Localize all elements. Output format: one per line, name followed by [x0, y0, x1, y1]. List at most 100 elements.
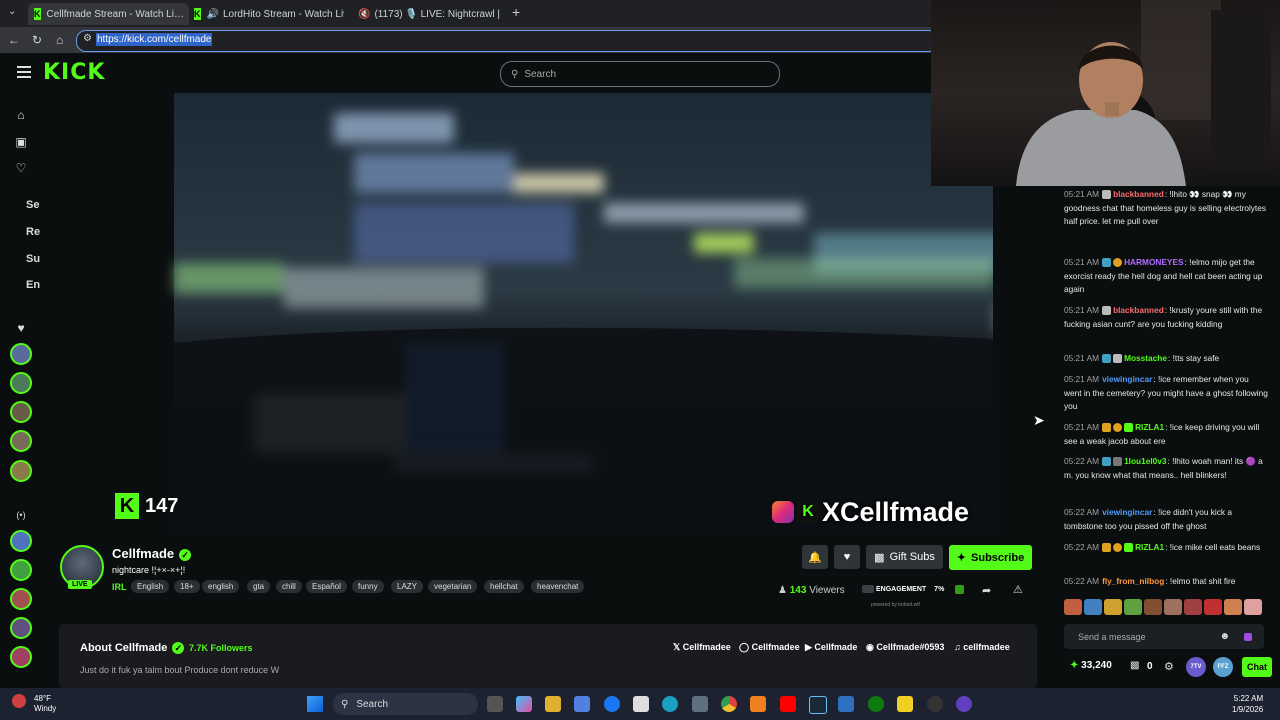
sidebar-section-label[interactable]: Se: [26, 199, 39, 211]
emote-icon[interactable]: [1224, 599, 1242, 615]
emote-icon[interactable]: [1244, 599, 1262, 615]
url-text[interactable]: https://kick.com/cellfmade: [96, 33, 213, 46]
7tv-badge[interactable]: 7TV: [1186, 657, 1206, 677]
followed-channel-avatar[interactable]: [10, 372, 32, 394]
file-explorer-icon[interactable]: [545, 696, 561, 712]
app-icon[interactable]: [838, 696, 854, 712]
chat-username[interactable]: fly_from_nilbog: [1102, 576, 1164, 586]
followed-channel-avatar[interactable]: [10, 430, 32, 452]
stream-tag[interactable]: Español: [306, 580, 347, 593]
search-input[interactable]: ⚲ Search: [500, 61, 780, 87]
tab-list-chevron-icon[interactable]: ⌄: [8, 6, 16, 17]
stream-tag[interactable]: vegetarian: [428, 580, 478, 593]
video-player[interactable]: [97, 93, 993, 530]
ffz-badge[interactable]: FFZ: [1213, 657, 1233, 677]
calculator-icon[interactable]: [692, 696, 708, 712]
browser-tab-lordhito[interactable]: K 🔊 LordHito Stream - Watch Live ✕: [190, 3, 344, 25]
chat-username[interactable]: blackbanned: [1113, 189, 1164, 199]
stream-tag[interactable]: gta: [247, 580, 271, 593]
stream-tag[interactable]: chill: [276, 580, 302, 593]
kick-emote-icon[interactable]: [1244, 632, 1252, 641]
x-social-link[interactable]: 𝕏 Cellfmadee: [673, 642, 731, 653]
gift-count-icon[interactable]: ▩: [1130, 660, 1139, 671]
emote-icon[interactable]: [1164, 599, 1182, 615]
chat-settings-icon[interactable]: ⚙: [1164, 660, 1174, 673]
chat-username[interactable]: Mosstache: [1124, 353, 1167, 363]
chat-username[interactable]: viewingincar: [1102, 374, 1152, 384]
follow-heart-button[interactable]: ♥: [834, 545, 860, 569]
followed-channel-avatar[interactable]: [10, 401, 32, 423]
stream-tag[interactable]: 18+: [174, 580, 200, 593]
share-icon[interactable]: ➦: [982, 584, 991, 597]
app-icon[interactable]: [956, 696, 972, 712]
emote-icon[interactable]: [1084, 599, 1102, 615]
home-nav-icon[interactable]: ⌂: [14, 108, 28, 122]
youtube-social-link[interactable]: ▶ Cellfmade: [805, 642, 857, 653]
stream-tag[interactable]: English: [131, 580, 170, 593]
chrome-icon[interactable]: [721, 696, 737, 712]
stream-tag[interactable]: heavenchat: [531, 580, 585, 593]
browser-tab-cellfmade[interactable]: K Cellfmade Stream - Watch Li… ✕: [28, 3, 189, 25]
stream-tag[interactable]: english: [202, 580, 240, 593]
store-icon[interactable]: [574, 696, 590, 712]
instagram-social-link[interactable]: ◯ Cellfmadee: [739, 642, 800, 653]
emote-icon[interactable]: [1184, 599, 1202, 615]
notification-bell-button[interactable]: 🔔: [802, 545, 828, 569]
stream-tag[interactable]: hellchat: [484, 580, 524, 593]
followed-channel-avatar[interactable]: [10, 460, 32, 482]
new-tab-icon[interactable]: +: [512, 4, 520, 20]
task-view-icon[interactable]: [487, 696, 503, 712]
report-icon[interactable]: ⚠: [1013, 583, 1023, 596]
taskbar-search[interactable]: ⚲ Search: [333, 693, 478, 715]
steam-icon[interactable]: [809, 696, 827, 714]
chat-username[interactable]: viewingincar: [1102, 507, 1152, 517]
browser-tab-youtube[interactable]: 🔇 (1173) 🎙️ LIVE: Nightcrawl | L… ✕: [348, 3, 502, 25]
chat-username[interactable]: RIZLA1: [1135, 422, 1164, 432]
followed-channel-avatar[interactable]: [10, 343, 32, 365]
chat-username[interactable]: RIZLA1: [1135, 542, 1164, 552]
discord-social-link[interactable]: ◉ Cellfmade#0593: [866, 642, 944, 653]
weather-widget[interactable]: 48°F Windy: [34, 694, 56, 714]
recommended-channel-avatar[interactable]: [10, 646, 32, 668]
facebook-icon[interactable]: [604, 696, 620, 712]
recommended-channel-avatar[interactable]: [10, 617, 32, 639]
following-nav-icon[interactable]: ♡: [14, 161, 28, 175]
gift-subs-button[interactable]: ▩ Gift Subs: [866, 545, 943, 569]
chat-username[interactable]: 1lou1el0v3: [1124, 456, 1166, 466]
vlc-icon[interactable]: [750, 696, 766, 712]
youtube-icon[interactable]: [780, 696, 796, 712]
subscribe-button[interactable]: ✦ Subscribe: [949, 545, 1032, 570]
stream-tag[interactable]: LAZY: [391, 580, 424, 593]
edge-icon[interactable]: [662, 696, 678, 712]
menu-hamburger-icon[interactable]: [17, 66, 31, 81]
chat-username[interactable]: blackbanned: [1113, 305, 1164, 315]
notes-icon[interactable]: [897, 696, 913, 712]
sidebar-section-label[interactable]: En: [26, 279, 40, 291]
recommended-channel-avatar[interactable]: [10, 588, 32, 610]
channel-name[interactable]: Cellfmade ✓: [112, 546, 192, 561]
windows-start-icon[interactable]: [307, 696, 323, 712]
recommended-channel-avatar[interactable]: [10, 530, 32, 552]
stream-category[interactable]: IRL: [112, 582, 127, 592]
theatre-mode-icon[interactable]: [955, 585, 964, 594]
emoji-picker-icon[interactable]: ☻: [1219, 631, 1230, 642]
emote-icon[interactable]: [1144, 599, 1162, 615]
xbox-icon[interactable]: [868, 696, 884, 712]
back-icon[interactable]: ←: [8, 33, 20, 47]
copilot-icon[interactable]: [516, 696, 532, 712]
sidebar-section-label[interactable]: Re: [26, 226, 40, 238]
obs-icon[interactable]: [927, 696, 943, 712]
emote-icon[interactable]: [1204, 599, 1222, 615]
emote-icon[interactable]: [1104, 599, 1122, 615]
stream-tag[interactable]: funny: [352, 580, 384, 593]
emote-icon[interactable]: [1064, 599, 1082, 615]
site-info-icon[interactable]: ⚙: [83, 33, 92, 44]
recommended-channel-avatar[interactable]: [10, 559, 32, 581]
tiktok-social-link[interactable]: ♫ cellfmadee: [954, 642, 1010, 652]
kick-logo[interactable]: KICK: [43, 60, 105, 85]
channel-points[interactable]: ✦ 33,240: [1070, 660, 1112, 671]
emote-icon[interactable]: [1124, 599, 1142, 615]
sidebar-section-label[interactable]: Su: [26, 253, 40, 265]
reload-icon[interactable]: ↻: [32, 33, 42, 47]
chat-send-button[interactable]: Chat: [1242, 657, 1272, 677]
